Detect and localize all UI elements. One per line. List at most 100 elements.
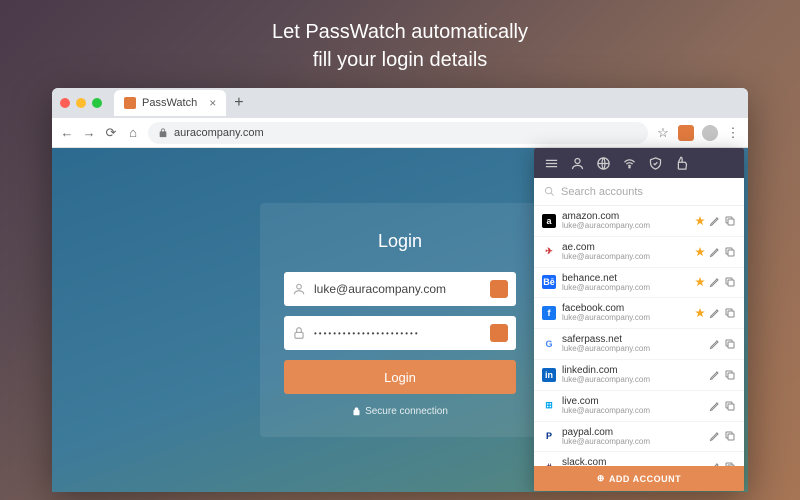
autofill-shield-icon[interactable]	[490, 324, 508, 342]
star-icon[interactable]	[694, 246, 706, 258]
extension-popup: Search accounts a amazon.comluke@auracomp…	[534, 148, 744, 491]
login-card: Login luke@auracompany.com •••••••••••••…	[260, 203, 540, 437]
copy-icon[interactable]	[724, 461, 736, 466]
edit-icon[interactable]	[709, 276, 721, 288]
service-logo-icon: ✈	[542, 245, 556, 259]
account-domain: slack.com	[562, 457, 703, 466]
login-title: Login	[284, 231, 516, 252]
browser-tab[interactable]: PassWatch ×	[114, 90, 226, 116]
service-logo-icon: ⊞	[542, 399, 556, 413]
copy-icon[interactable]	[724, 215, 736, 227]
edit-icon[interactable]	[709, 246, 721, 258]
account-info: ae.comluke@auracompany.com	[562, 242, 688, 262]
home-icon[interactable]: ⌂	[126, 126, 140, 140]
plus-icon: ⊕	[597, 473, 605, 484]
star-icon[interactable]	[694, 215, 706, 227]
menu-icon[interactable]: ⋮	[726, 126, 740, 140]
email-input[interactable]: luke@auracompany.com	[314, 282, 482, 296]
address-bar[interactable]: auracompany.com	[148, 122, 648, 144]
service-logo-icon: in	[542, 368, 556, 382]
account-domain: behance.net	[562, 273, 688, 284]
close-window-icon[interactable]	[60, 98, 70, 108]
star-icon[interactable]	[694, 307, 706, 319]
search-icon	[544, 186, 555, 197]
accounts-list: a amazon.comluke@auracompany.com ✈ ae.comlu…	[534, 206, 744, 466]
copy-icon[interactable]	[724, 430, 736, 442]
user-icon	[292, 282, 306, 296]
edit-icon[interactable]	[709, 215, 721, 227]
maximize-window-icon[interactable]	[92, 98, 102, 108]
account-row[interactable]: in linkedin.comluke@auracompany.com	[534, 360, 744, 391]
account-info: linkedin.comluke@auracompany.com	[562, 365, 703, 385]
shield-check-icon[interactable]	[644, 152, 666, 174]
account-user: luke@auracompany.com	[562, 222, 688, 231]
service-logo-icon: a	[542, 214, 556, 228]
login-button[interactable]: Login	[284, 360, 516, 394]
autofill-shield-icon[interactable]	[490, 280, 508, 298]
profile-icon[interactable]	[702, 125, 718, 141]
user-icon[interactable]	[566, 152, 588, 174]
secure-connection-label: Secure connection	[284, 406, 516, 417]
account-info: slack.comluke@auracompany.com	[562, 457, 703, 466]
search-placeholder: Search accounts	[561, 186, 643, 198]
service-logo-icon: Bē	[542, 275, 556, 289]
service-logo-icon: #	[542, 460, 556, 466]
account-row[interactable]: # slack.comluke@auracompany.com	[534, 452, 744, 466]
copy-icon[interactable]	[724, 246, 736, 258]
account-row[interactable]: Gsaferpass.netluke@auracompany.com	[534, 329, 744, 360]
wifi-icon[interactable]	[618, 152, 640, 174]
service-logo-icon: G	[542, 337, 556, 351]
copy-icon[interactable]	[724, 338, 736, 350]
tab-strip: PassWatch × +	[52, 88, 748, 118]
tab-title: PassWatch	[142, 97, 197, 109]
edit-icon[interactable]	[709, 400, 721, 412]
account-user: luke@auracompany.com	[562, 407, 703, 416]
back-icon[interactable]: ←	[60, 126, 74, 140]
copy-icon[interactable]	[724, 369, 736, 381]
copy-icon[interactable]	[724, 307, 736, 319]
account-row[interactable]: a amazon.comluke@auracompany.com	[534, 206, 744, 237]
account-row[interactable]: Ppaypal.comluke@auracompany.com	[534, 422, 744, 453]
passwatch-extension-icon[interactable]	[678, 125, 694, 141]
account-info: paypal.comluke@auracompany.com	[562, 427, 703, 447]
account-domain: paypal.com	[562, 427, 703, 438]
minimize-window-icon[interactable]	[76, 98, 86, 108]
service-logo-icon: P	[542, 429, 556, 443]
secure-lock-icon	[352, 407, 361, 416]
search-accounts[interactable]: Search accounts	[534, 178, 744, 206]
account-info: behance.netluke@auracompany.com	[562, 273, 688, 293]
password-input[interactable]: ••••••••••••••••••••••	[314, 329, 482, 338]
traffic-lights[interactable]	[60, 98, 102, 108]
new-tab-button[interactable]: +	[234, 94, 243, 112]
password-field-wrapper: ••••••••••••••••••••••	[284, 316, 516, 350]
star-icon[interactable]	[694, 276, 706, 288]
account-user: luke@auracompany.com	[562, 314, 688, 323]
globe-icon[interactable]	[592, 152, 614, 174]
account-row[interactable]: ffacebook.comluke@auracompany.com	[534, 298, 744, 329]
reload-icon[interactable]: ⟳	[104, 126, 118, 140]
close-tab-icon[interactable]: ×	[209, 96, 216, 110]
copy-icon[interactable]	[724, 276, 736, 288]
forward-icon[interactable]: →	[82, 126, 96, 140]
account-info: saferpass.netluke@auracompany.com	[562, 334, 703, 354]
thumbs-up-icon[interactable]	[670, 152, 692, 174]
add-account-button[interactable]: ⊕ ADD ACCOUNT	[534, 466, 744, 491]
copy-icon[interactable]	[724, 400, 736, 412]
lock-icon	[158, 128, 168, 138]
account-row[interactable]: ⊞ live.comluke@auracompany.com	[534, 391, 744, 422]
edit-icon[interactable]	[709, 307, 721, 319]
account-row[interactable]: Bē behance.netluke@auracompany.com	[534, 268, 744, 299]
service-logo-icon: f	[542, 306, 556, 320]
edit-icon[interactable]	[709, 369, 721, 381]
account-row[interactable]: ✈ ae.comluke@auracompany.com	[534, 237, 744, 268]
star-icon[interactable]: ☆	[656, 126, 670, 140]
account-user: luke@auracompany.com	[562, 284, 688, 293]
account-info: amazon.comluke@auracompany.com	[562, 211, 688, 231]
browser-window: PassWatch × + ← → ⟳ ⌂ auracompany.com ☆ …	[52, 88, 748, 492]
edit-icon[interactable]	[709, 461, 721, 466]
account-user: luke@auracompany.com	[562, 253, 688, 262]
menu-icon[interactable]	[540, 152, 562, 174]
edit-icon[interactable]	[709, 338, 721, 350]
edit-icon[interactable]	[709, 430, 721, 442]
account-info: live.comluke@auracompany.com	[562, 396, 703, 416]
